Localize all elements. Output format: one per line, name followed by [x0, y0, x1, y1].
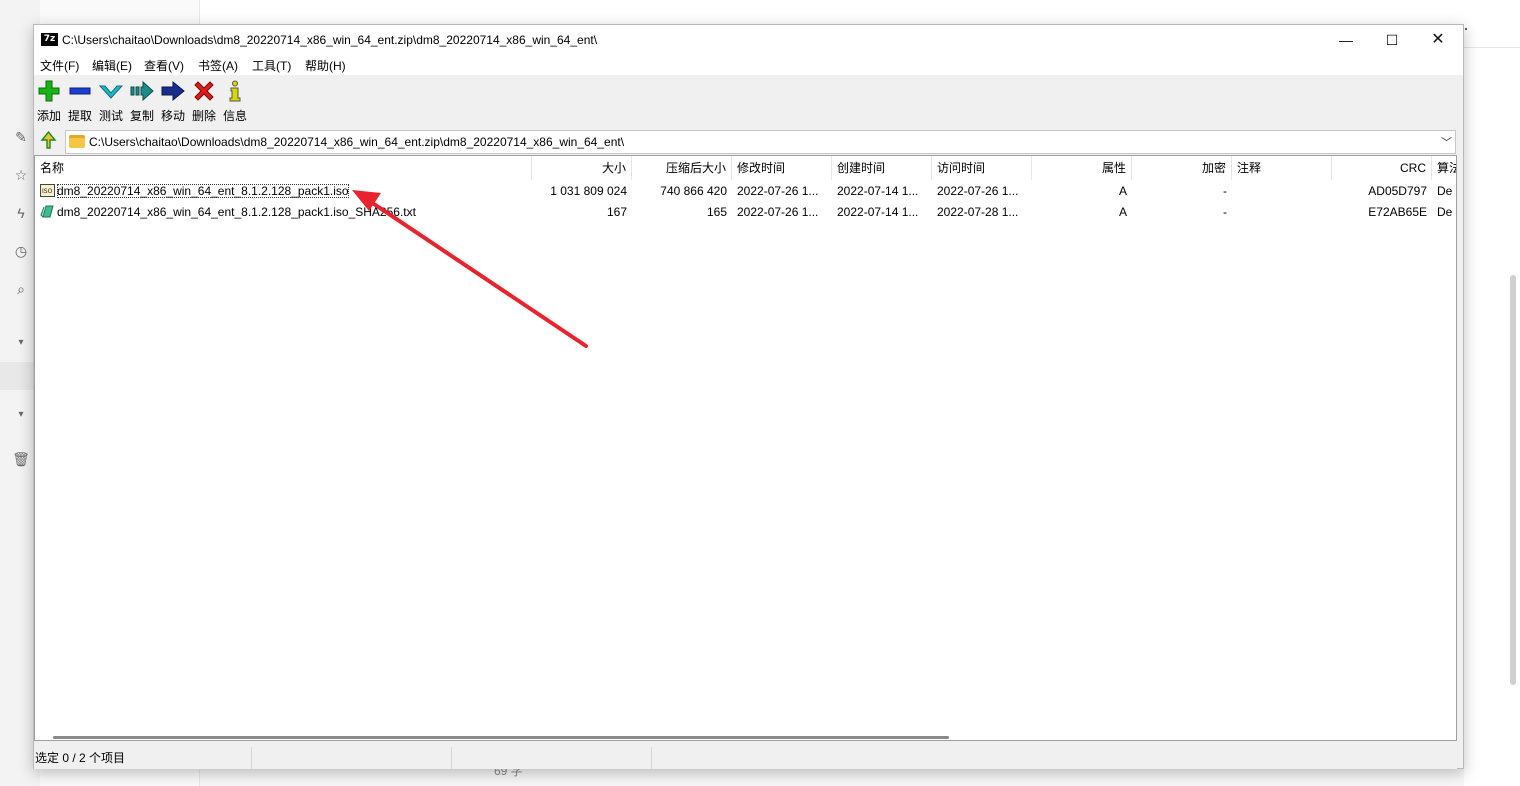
file-accessed: 2022-07-28 1...: [937, 205, 1019, 219]
file-created: 2022-07-14 1...: [837, 205, 919, 219]
file-comment: [1232, 202, 1332, 223]
col-accessed[interactable]: 访问时间: [932, 156, 1032, 180]
col-size[interactable]: 大小: [532, 156, 632, 180]
status-bar: 选定 0 / 2 个项目: [34, 747, 1457, 769]
copy-label: 复制: [129, 109, 154, 123]
add-button[interactable]: 添加: [34, 79, 64, 123]
maximize-button[interactable]: ☐: [1369, 25, 1415, 55]
file-accessed: 2022-07-26 1...: [937, 184, 1019, 198]
test-label: 测试: [98, 109, 123, 123]
col-attributes[interactable]: 属性: [1032, 156, 1132, 180]
move-label: 移动: [160, 109, 185, 123]
delete-label: 删除: [191, 109, 216, 123]
col-created[interactable]: 创建时间: [832, 156, 932, 180]
status-cell-2: [252, 747, 452, 769]
caret-down-icon[interactable]: ▾: [12, 334, 30, 352]
file-size: 1 031 809 024: [550, 184, 627, 198]
file-encrypted: -: [1223, 205, 1227, 219]
background-scrollbar[interactable]: [1510, 275, 1516, 685]
app-logo-icon: 7z: [41, 33, 58, 46]
file-packed-size: 165: [706, 205, 727, 219]
trash-icon[interactable]: 🗑: [12, 450, 30, 468]
caret-down-icon[interactable]: ▾: [12, 406, 30, 424]
file-name-cell[interactable]: ISO dm8_20220714_x86_win_64_ent_8.1.2.128…: [35, 181, 532, 202]
pen-icon[interactable]: ✎: [12, 128, 30, 146]
file-size: 167: [606, 205, 627, 219]
plus-icon: [34, 79, 64, 103]
title-bar[interactable]: 7z C:\Users\chaitao\Downloads\dm8_202207…: [34, 25, 1463, 55]
file-attributes: A: [1118, 184, 1127, 198]
menu-bar: 文件(F) 编辑(E) 查看(V) 书签(A) 工具(T) 帮助(H): [34, 55, 1463, 75]
menu-tools[interactable]: 工具(T): [252, 57, 291, 74]
check-icon: [96, 79, 126, 103]
up-arrow-icon: [40, 130, 57, 149]
menu-view[interactable]: 查看(V): [144, 57, 184, 74]
delete-button[interactable]: 删除: [189, 79, 219, 123]
col-name[interactable]: 名称: [35, 156, 532, 180]
file-packed-size: 740 866 420: [660, 184, 727, 198]
menu-bookmarks[interactable]: 书签(A): [198, 57, 238, 74]
col-encrypted[interactable]: 加密: [1132, 156, 1232, 180]
file-modified: 2022-07-26 1...: [737, 205, 819, 219]
status-cell-3: [452, 747, 652, 769]
status-selection: 选定 0 / 2 个项目: [34, 747, 252, 769]
file-method: De: [1437, 184, 1453, 198]
delete-x-icon: [189, 79, 219, 103]
folder-icon: [69, 135, 85, 148]
file-comment: [1232, 181, 1332, 202]
window-title: C:\Users\chaitao\Downloads\dm8_20220714_…: [62, 33, 598, 47]
move-button[interactable]: 移动: [158, 79, 188, 123]
address-bar: C:\Users\chaitao\Downloads\dm8_20220714_…: [34, 129, 1463, 155]
path-input[interactable]: C:\Users\chaitao\Downloads\dm8_20220714_…: [65, 130, 1456, 154]
copy-button[interactable]: 复制: [127, 79, 157, 123]
file-attributes: A: [1118, 205, 1127, 219]
close-button[interactable]: ✕: [1415, 25, 1461, 55]
file-created: 2022-07-14 1...: [837, 184, 919, 198]
table-row[interactable]: ISO dm8_20220714_x86_win_64_ent_8.1.2.128…: [35, 181, 1456, 202]
move-arrow-icon: [158, 79, 188, 103]
file-name: dm8_20220714_x86_win_64_ent_8.1.2.128_pa…: [57, 184, 349, 198]
info-button[interactable]: 信息: [220, 79, 250, 123]
col-packed-size[interactable]: 压缩后大小: [632, 156, 732, 180]
search-icon[interactable]: ⌕: [12, 280, 30, 298]
lightning-icon[interactable]: ϟ: [12, 204, 30, 222]
col-method[interactable]: 算法: [1432, 156, 1456, 180]
chevron-down-icon[interactable]: ﹀: [1441, 134, 1452, 150]
history-icon[interactable]: ◷: [12, 242, 30, 260]
minimize-button[interactable]: —: [1323, 25, 1369, 55]
toolbar: 添加 提取 测试 复制 移动 删除 信息: [34, 75, 1463, 125]
up-folder-button[interactable]: [36, 130, 60, 153]
info-label: 信息: [222, 109, 247, 123]
table-row[interactable]: dm8_20220714_x86_win_64_ent_8.1.2.128_pa…: [35, 202, 1456, 223]
add-label: 添加: [36, 109, 61, 123]
file-crc: E72AB65E: [1368, 205, 1427, 219]
star-icon[interactable]: ☆: [12, 166, 30, 184]
copy-arrow-icon: [127, 79, 157, 103]
file-name: dm8_20220714_x86_win_64_ent_8.1.2.128_pa…: [57, 205, 416, 219]
iso-file-icon: ISO: [40, 184, 55, 198]
menu-help[interactable]: 帮助(H): [305, 57, 346, 74]
column-header: 名称 大小 压缩后大小 修改时间 创建时间 访问时间 属性 加密 注释 CRC …: [35, 156, 1456, 180]
svg-text:ISO: ISO: [42, 188, 53, 195]
menu-edit[interactable]: 编辑(E): [92, 57, 132, 74]
col-modified[interactable]: 修改时间: [732, 156, 832, 180]
extract-button[interactable]: 提取: [65, 79, 95, 123]
col-crc[interactable]: CRC: [1332, 156, 1432, 180]
file-list: 名称 大小 压缩后大小 修改时间 创建时间 访问时间 属性 加密 注释 CRC …: [34, 155, 1457, 741]
file-crc: AD05D797: [1368, 184, 1427, 198]
txt-file-icon: [40, 205, 54, 218]
col-comment[interactable]: 注释: [1232, 156, 1332, 180]
file-method: De: [1437, 205, 1453, 219]
minus-icon: [65, 79, 95, 103]
archive-window: 7z C:\Users\chaitao\Downloads\dm8_202207…: [33, 24, 1464, 769]
file-name-cell[interactable]: dm8_20220714_x86_win_64_ent_8.1.2.128_pa…: [35, 202, 532, 223]
file-encrypted: -: [1223, 184, 1227, 198]
menu-file[interactable]: 文件(F): [40, 57, 79, 74]
path-text: C:\Users\chaitao\Downloads\dm8_20220714_…: [89, 135, 625, 149]
horizontal-scrollbar[interactable]: [53, 736, 949, 739]
test-button[interactable]: 测试: [96, 79, 126, 123]
extract-label: 提取: [67, 109, 92, 123]
file-modified: 2022-07-26 1...: [737, 184, 819, 198]
info-icon: [220, 79, 250, 103]
